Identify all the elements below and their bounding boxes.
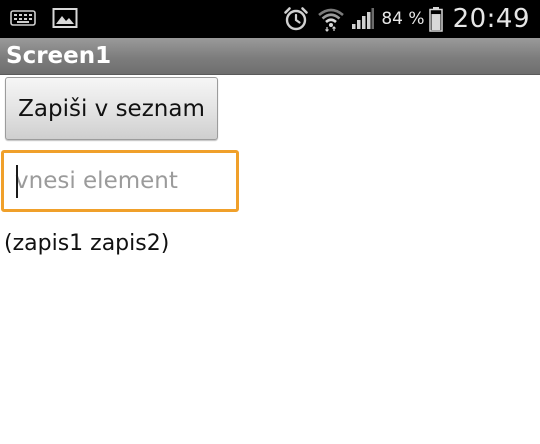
image-icon (52, 7, 78, 29)
battery-percent: 84 % (381, 9, 425, 29)
list-output-label: (zapis1 zapis2) (4, 231, 170, 256)
screen-title: Screen1 (6, 43, 112, 69)
element-input-wrapper[interactable] (1, 150, 239, 212)
add-to-list-button[interactable]: Zapiši v seznam (5, 77, 218, 140)
battery-fill (431, 14, 441, 30)
status-time: 20:49 (452, 4, 530, 34)
text-cursor (16, 165, 18, 198)
status-bar-right: 84 % 20:49 (283, 0, 530, 38)
title-bar: Screen1 (0, 38, 540, 75)
status-bar: 84 % 20:49 (0, 0, 540, 38)
wifi-icon (317, 6, 345, 32)
signal-icon (351, 7, 375, 31)
alarm-icon (283, 6, 309, 32)
element-input[interactable] (4, 153, 236, 209)
battery-icon (428, 6, 443, 32)
status-bar-left (10, 7, 78, 29)
keyboard-icon (10, 8, 36, 28)
